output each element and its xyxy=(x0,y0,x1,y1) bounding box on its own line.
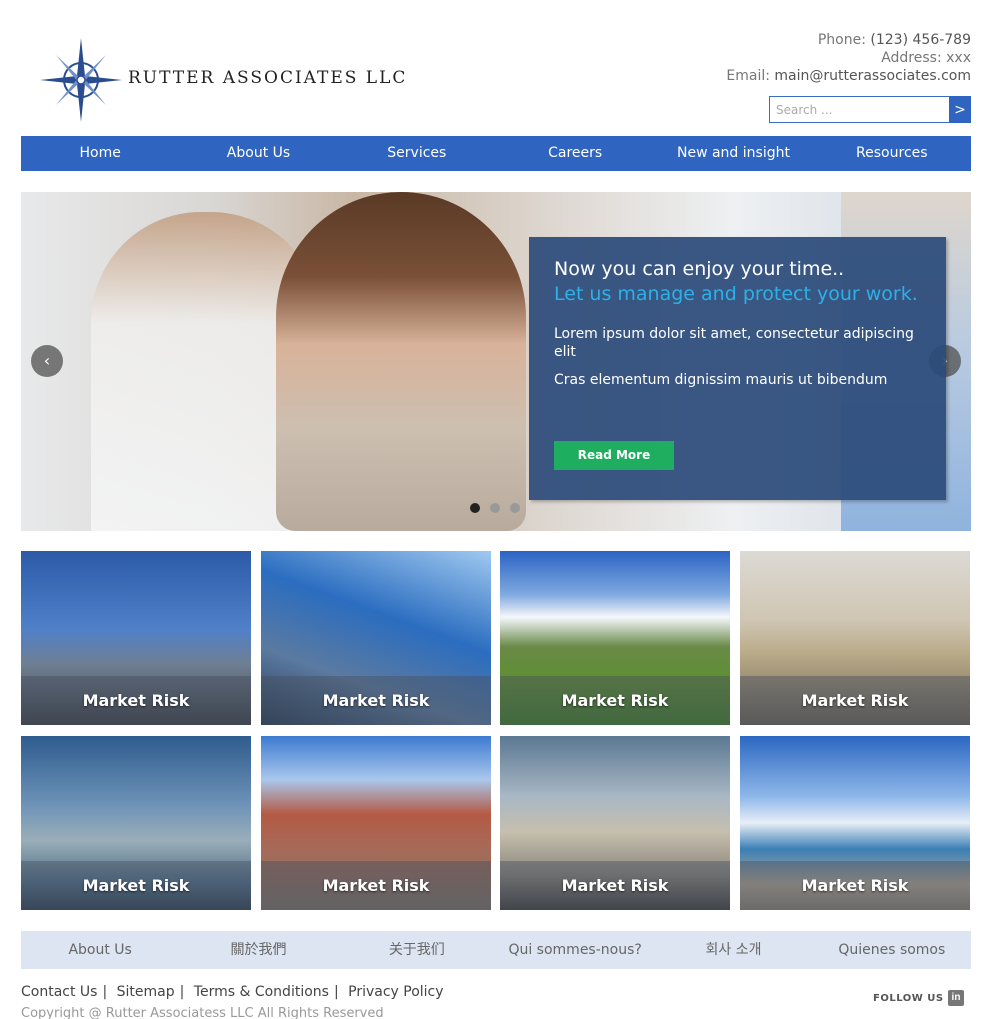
language-bar: About Us 關於我們 关于我们 Qui sommes-nous? 회사 소… xyxy=(21,931,971,969)
lang-french[interactable]: Qui sommes-nous? xyxy=(496,931,654,969)
header: RUTTER ASSOCIATES LLC Phone: (123) 456-7… xyxy=(0,0,993,130)
tile-mountain[interactable]: Market Risk xyxy=(500,551,730,725)
tile-mosque-arches[interactable]: Market Risk xyxy=(740,551,970,725)
lang-english[interactable]: About Us xyxy=(21,931,179,969)
hero-subtitle: Let us manage and protect your work. xyxy=(554,283,918,305)
hero-photo-person-center xyxy=(276,192,526,531)
main-nav: Home About Us Services Careers New and i… xyxy=(21,136,971,171)
hero-text-2: Cras elementum dignissim mauris ut biben… xyxy=(554,372,888,388)
copyright: Copyright @ Rutter Associatess LLC All R… xyxy=(21,1006,384,1019)
tile-hotel-tower[interactable]: Market Risk xyxy=(21,736,251,910)
tile-label: Market Risk xyxy=(801,691,909,710)
search-box: > xyxy=(769,96,971,123)
footer-terms[interactable]: Terms & Conditions xyxy=(194,984,329,1000)
footer-separator: | xyxy=(102,984,108,1000)
nav-home[interactable]: Home xyxy=(21,136,179,171)
lang-traditional-chinese[interactable]: 關於我們 xyxy=(179,931,337,969)
email-label: Email: xyxy=(726,68,770,84)
footer-links: Contact Us | Sitemap | Terms & Conditions |… xyxy=(21,984,444,1000)
slider-dot-2[interactable] xyxy=(490,503,500,513)
linkedin-icon[interactable]: in xyxy=(948,990,964,1006)
footer-separator: | xyxy=(333,984,339,1000)
logo[interactable]: RUTTER ASSOCIATES LLC xyxy=(38,36,405,126)
search-input[interactable] xyxy=(769,96,950,123)
tile-historic-building[interactable]: Market Risk xyxy=(261,736,491,910)
phone-value: (123) 456-789 xyxy=(870,32,971,48)
email-value[interactable]: main@rutterassociates.com xyxy=(774,68,971,84)
tile-label: Market Risk xyxy=(801,876,909,895)
read-more-button[interactable]: Read More xyxy=(554,441,674,470)
search-button[interactable]: > xyxy=(949,96,971,123)
hero-title: Now you can enjoy your time.. xyxy=(554,258,845,280)
slider-dot-3[interactable] xyxy=(510,503,520,513)
tile-label: Market Risk xyxy=(561,876,669,895)
tile-label: Market Risk xyxy=(322,691,430,710)
lang-spanish[interactable]: Quienes somos xyxy=(813,931,971,969)
nav-careers[interactable]: Careers xyxy=(496,136,654,171)
tile-label: Market Risk xyxy=(561,691,669,710)
follow-us-label: FOLLOW US xyxy=(873,993,944,1004)
hero-caption: Now you can enjoy your time.. Let us man… xyxy=(529,237,946,500)
tile-new-york-skyline[interactable]: Market Risk xyxy=(21,551,251,725)
footer-sitemap[interactable]: Sitemap xyxy=(117,984,175,1000)
lang-korean[interactable]: 회사 소개 xyxy=(654,931,812,969)
address-line: Address: xxx xyxy=(726,49,971,67)
slider-dots xyxy=(470,503,520,513)
nav-resources[interactable]: Resources xyxy=(813,136,971,171)
contact-info: Phone: (123) 456-789 Address: xxx Email:… xyxy=(726,31,971,85)
footer-privacy-policy[interactable]: Privacy Policy xyxy=(348,984,443,1000)
phone-line: Phone: (123) 456-789 xyxy=(726,31,971,49)
tile-label: Market Risk xyxy=(322,876,430,895)
tile-skyscrapers[interactable]: Market Risk xyxy=(261,551,491,725)
compass-rose-icon xyxy=(40,38,122,122)
tile-label: Market Risk xyxy=(82,691,190,710)
slider-dot-1[interactable] xyxy=(470,503,480,513)
footer-contact-us[interactable]: Contact Us xyxy=(21,984,97,1000)
tile-cathedral-dome[interactable]: Market Risk xyxy=(500,736,730,910)
slider-prev-button[interactable]: ‹ xyxy=(31,345,63,377)
address-label: Address: xyxy=(881,50,942,66)
nav-about-us[interactable]: About Us xyxy=(179,136,337,171)
nav-news-and-insight[interactable]: New and insight xyxy=(654,136,812,171)
email-line: Email: main@rutterassociates.com xyxy=(726,67,971,85)
footer-separator: | xyxy=(179,984,185,1000)
hero-slider: ‹ › Now you can enjoy your time.. Let us… xyxy=(21,192,971,531)
lang-simplified-chinese[interactable]: 关于我们 xyxy=(338,931,496,969)
phone-label: Phone: xyxy=(817,32,866,48)
address-value: xxx xyxy=(946,50,971,66)
tile-beach[interactable]: Market Risk xyxy=(740,736,970,910)
nav-services[interactable]: Services xyxy=(338,136,496,171)
tile-label: Market Risk xyxy=(82,876,190,895)
hero-text-1: Lorem ipsum dolor sit amet, consectetur … xyxy=(554,326,914,360)
brand-name: RUTTER ASSOCIATES LLC xyxy=(128,68,408,88)
